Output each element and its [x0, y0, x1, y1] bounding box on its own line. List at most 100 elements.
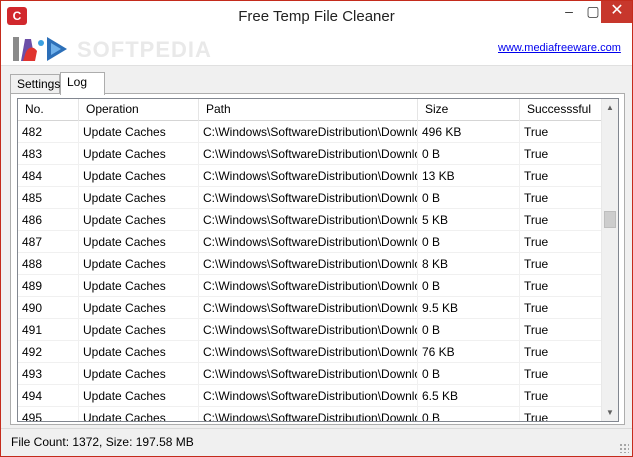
cell-successful: True — [520, 275, 602, 297]
table-row[interactable]: 487 Update Caches C:\Windows\SoftwareDistr… — [18, 231, 602, 253]
cell-operation: Update Caches — [79, 275, 199, 297]
cell-operation: Update Caches — [79, 187, 199, 209]
column-header-size[interactable]: Size — [418, 99, 520, 121]
cell-path: C:\Windows\SoftwareDistribution\Downloa.… — [199, 363, 418, 385]
cell-path: C:\Windows\SoftwareDistribution\Downloa.… — [199, 319, 418, 341]
cell-size: 0 B — [418, 187, 520, 209]
cell-size: 5 KB — [418, 209, 520, 231]
table-row[interactable]: 484 Update Caches C:\Windows\SoftwareDistr… — [18, 165, 602, 187]
cell-successful: True — [520, 165, 602, 187]
cell-path: C:\Windows\SoftwareDistribution\Downloa.… — [199, 165, 418, 187]
status-bar: File Count: 1372, Size: 197.58 MB — [1, 428, 632, 456]
cell-operation: Update Caches — [79, 319, 199, 341]
cleaner-logo-icon — [13, 37, 67, 61]
scroll-up-icon[interactable]: ▲ — [602, 99, 618, 116]
resize-grip-icon[interactable] — [619, 443, 629, 453]
cell-operation: Update Caches — [79, 341, 199, 363]
softpedia-watermark: SOFTPEDIA — [77, 37, 212, 62]
table-row[interactable]: 489 Update Caches C:\Windows\SoftwareDistr… — [18, 275, 602, 297]
cell-path: C:\Windows\SoftwareDistribution\Downloa.… — [199, 231, 418, 253]
table-row[interactable]: 485 Update Caches C:\Windows\SoftwareDistr… — [18, 187, 602, 209]
cell-no: 488 — [18, 253, 79, 275]
cell-size: 0 B — [418, 363, 520, 385]
cell-no: 482 — [18, 121, 79, 143]
cell-successful: True — [520, 319, 602, 341]
cell-path: C:\Windows\SoftwareDistribution\Downloa.… — [199, 187, 418, 209]
table-row[interactable]: 491 Update Caches C:\Windows\SoftwareDistr… — [18, 319, 602, 341]
vertical-scrollbar[interactable]: ▲ ▼ — [601, 99, 618, 421]
cell-no: 487 — [18, 231, 79, 253]
table-row[interactable]: 488 Update Caches C:\Windows\SoftwareDistr… — [18, 253, 602, 275]
cell-successful: True — [520, 231, 602, 253]
tab-log[interactable]: Log — [60, 72, 105, 95]
cell-size: 13 KB — [418, 165, 520, 187]
cell-operation: Update Caches — [79, 385, 199, 407]
table-row[interactable]: 492 Update Caches C:\Windows\SoftwareDistr… — [18, 341, 602, 363]
cell-size: 9.5 KB — [418, 297, 520, 319]
cell-operation: Update Caches — [79, 143, 199, 165]
cell-size: 76 KB — [418, 341, 520, 363]
cell-path: C:\Windows\SoftwareDistribution\Downloa.… — [199, 253, 418, 275]
table-row[interactable]: 495 Update Caches C:\Windows\SoftwareDistr… — [18, 407, 602, 421]
cell-no: 484 — [18, 165, 79, 187]
cell-successful: True — [520, 187, 602, 209]
table-row[interactable]: 493 Update Caches C:\Windows\SoftwareDistr… — [18, 363, 602, 385]
cell-no: 483 — [18, 143, 79, 165]
cell-path: C:\Windows\SoftwareDistribution\Downloa.… — [199, 121, 418, 143]
cell-operation: Update Caches — [79, 363, 199, 385]
cell-size: 0 B — [418, 407, 520, 421]
app-window: C Free Temp File Cleaner – ▢ ✕ SOFTPEDIA… — [0, 0, 633, 457]
cell-path: C:\Windows\SoftwareDistribution\Downloa.… — [199, 297, 418, 319]
title-bar[interactable]: C Free Temp File Cleaner – ▢ ✕ — [1, 1, 632, 32]
cell-size: 0 B — [418, 231, 520, 253]
tab-settings[interactable]: Settings — [10, 74, 60, 94]
cell-size: 0 B — [418, 275, 520, 297]
cell-no: 489 — [18, 275, 79, 297]
cell-operation: Update Caches — [79, 407, 199, 421]
website-link[interactable]: www.mediafreeware.com — [498, 42, 621, 54]
cell-path: C:\Windows\SoftwareDistribution\Downloa.… — [199, 143, 418, 165]
column-header-successful[interactable]: Successsful — [520, 99, 602, 121]
minimize-button[interactable]: – — [557, 1, 581, 23]
log-table[interactable]: No. Operation Path Size Successsful 482 U… — [17, 98, 619, 422]
cell-no: 494 — [18, 385, 79, 407]
cell-no: 495 — [18, 407, 79, 421]
table-row[interactable]: 494 Update Caches C:\Windows\SoftwareDistr… — [18, 385, 602, 407]
cell-successful: True — [520, 121, 602, 143]
cell-successful: True — [520, 385, 602, 407]
cell-no: 485 — [18, 187, 79, 209]
status-text: File Count: 1372, Size: 197.58 MB — [11, 435, 194, 449]
cell-path: C:\Windows\SoftwareDistribution\Downloa.… — [199, 209, 418, 231]
table-row[interactable]: 490 Update Caches C:\Windows\SoftwareDistr… — [18, 297, 602, 319]
table-row[interactable]: 482 Update Caches C:\Windows\SoftwareDistr… — [18, 121, 602, 143]
cell-no: 491 — [18, 319, 79, 341]
cell-path: C:\Windows\SoftwareDistribution\Downloa.… — [199, 385, 418, 407]
cell-size: 0 B — [418, 143, 520, 165]
cell-successful: True — [520, 253, 602, 275]
table-body: 482 Update Caches C:\Windows\SoftwareDistr… — [18, 121, 602, 421]
table-row[interactable]: 483 Update Caches C:\Windows\SoftwareDistr… — [18, 143, 602, 165]
column-header-no[interactable]: No. — [18, 99, 79, 121]
cell-size: 6.5 KB — [418, 385, 520, 407]
cell-operation: Update Caches — [79, 209, 199, 231]
cell-successful: True — [520, 209, 602, 231]
cell-operation: Update Caches — [79, 231, 199, 253]
cell-size: 8 KB — [418, 253, 520, 275]
column-header-path[interactable]: Path — [199, 99, 418, 121]
scrollbar-thumb[interactable] — [604, 211, 616, 228]
cell-successful: True — [520, 341, 602, 363]
cell-no: 486 — [18, 209, 79, 231]
table-row[interactable]: 486 Update Caches C:\Windows\SoftwareDistr… — [18, 209, 602, 231]
cell-size: 496 KB — [418, 121, 520, 143]
cell-successful: True — [520, 407, 602, 421]
scroll-down-icon[interactable]: ▼ — [602, 404, 618, 421]
column-header-operation[interactable]: Operation — [79, 99, 199, 121]
close-button[interactable]: ✕ — [601, 1, 632, 23]
cell-no: 493 — [18, 363, 79, 385]
cell-path: C:\Windows\SoftwareDistribution\Downloa.… — [199, 407, 418, 421]
table-header: No. Operation Path Size Successsful — [18, 99, 602, 121]
cell-operation: Update Caches — [79, 253, 199, 275]
window-title: Free Temp File Cleaner — [238, 8, 395, 25]
log-panel: No. Operation Path Size Successsful 482 U… — [10, 93, 625, 425]
cell-path: C:\Windows\SoftwareDistribution\Downloa.… — [199, 341, 418, 363]
